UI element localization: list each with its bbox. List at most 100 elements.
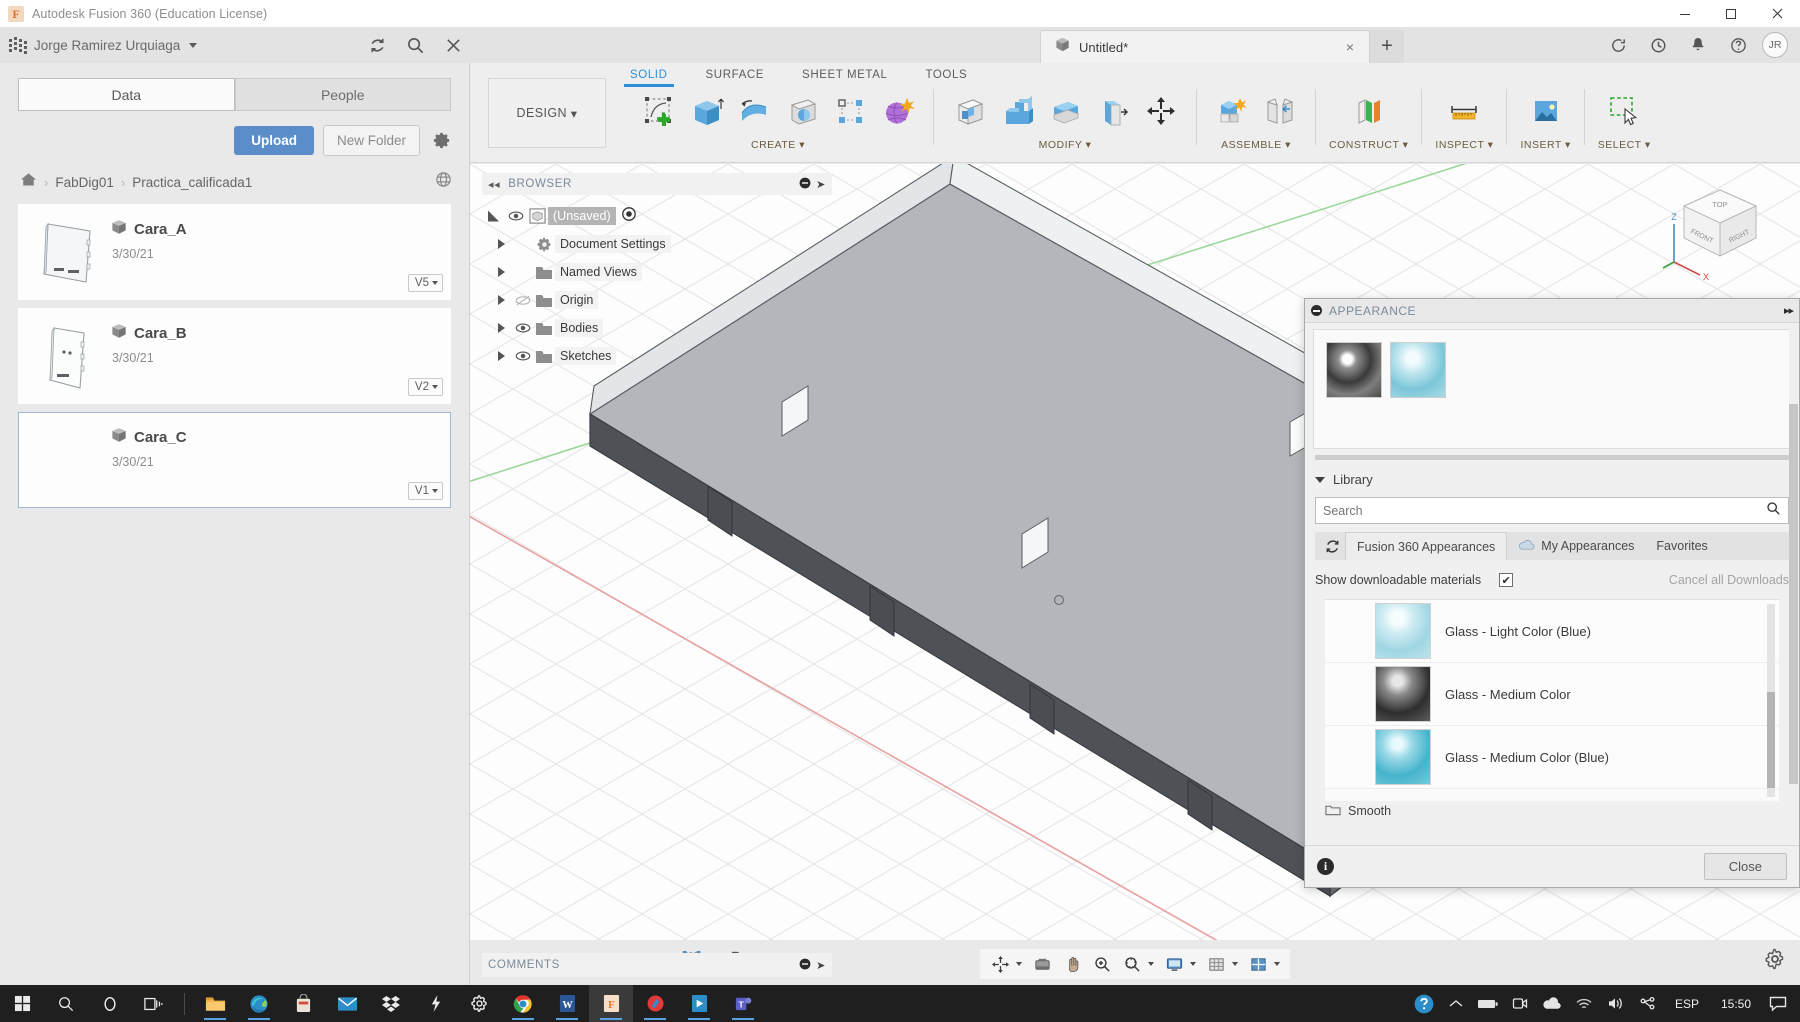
ribbon-group-label[interactable]: ASSEMBLE ▾: [1221, 139, 1291, 151]
close-document-icon[interactable]: ×: [1341, 39, 1359, 55]
ribbon-group-label[interactable]: CREATE ▾: [751, 139, 805, 151]
tab-fusion-360-appearances[interactable]: Fusion 360 Appearances: [1345, 532, 1508, 560]
offset-plane-icon[interactable]: [1347, 87, 1391, 135]
zoom-icon[interactable]: [1088, 951, 1116, 977]
clock[interactable]: 15:50: [1710, 997, 1762, 1011]
version-badge[interactable]: V2: [407, 378, 443, 396]
expand-triangle-icon[interactable]: [488, 210, 499, 222]
expand-triangle-icon[interactable]: [498, 323, 505, 333]
tab-my-appearances[interactable]: My Appearances: [1507, 532, 1645, 560]
edge-icon[interactable]: [237, 985, 281, 1022]
gear-icon[interactable]: [1764, 948, 1786, 975]
new-folder-button[interactable]: New Folder: [322, 125, 420, 156]
appearance-dialog-title-bar[interactable]: APPEARANCE ▸▸: [1305, 299, 1799, 323]
expand-triangle-icon[interactable]: [498, 295, 505, 305]
list-item[interactable]: Cara_C 3/30/21 V1: [18, 412, 451, 508]
material-group-row[interactable]: Smooth: [1325, 803, 1779, 819]
eye-icon[interactable]: [506, 210, 526, 222]
list-item[interactable]: Cara_A 3/30/21 V5: [18, 204, 451, 300]
joint-icon[interactable]: [1258, 87, 1302, 135]
upload-button[interactable]: Upload: [234, 126, 314, 155]
ribbon-group-label[interactable]: SELECT ▾: [1598, 139, 1651, 151]
wifi-icon[interactable]: [1568, 985, 1600, 1022]
revolve-icon[interactable]: [732, 87, 776, 135]
draft-icon[interactable]: [1091, 87, 1135, 135]
eye-hidden-icon[interactable]: [513, 294, 533, 307]
look-at-icon[interactable]: [1028, 951, 1056, 977]
comments-panel-header[interactable]: COMMENTS ➤: [482, 953, 832, 977]
word-icon[interactable]: W: [545, 985, 589, 1022]
results-scrollbar[interactable]: [1767, 604, 1775, 797]
mail-icon[interactable]: [325, 985, 369, 1022]
pattern-icon[interactable]: [828, 87, 872, 135]
tree-node-origin[interactable]: Origin: [484, 286, 671, 314]
chevron-down-icon[interactable]: [189, 42, 198, 48]
document-tab[interactable]: Untitled* ×: [1040, 30, 1370, 63]
appearance-results-list[interactable]: Glass - Light Color (Blue) Glass - Mediu…: [1325, 599, 1779, 801]
sketch-app-icon[interactable]: [633, 985, 677, 1022]
cancel-all-downloads-link[interactable]: Cancel all Downloads: [1669, 573, 1789, 587]
list-item[interactable]: Cara_B 3/30/21 V2: [18, 308, 451, 404]
chrome-icon[interactable]: [501, 985, 545, 1022]
viewports-icon[interactable]: [1244, 951, 1272, 977]
display-settings-icon[interactable]: [1160, 951, 1188, 977]
breadcrumb-item-project[interactable]: FabDig01: [55, 175, 114, 190]
new-sketch-icon[interactable]: [636, 87, 680, 135]
horizontal-scrollbar[interactable]: [1315, 455, 1789, 460]
sweep-icon[interactable]: [780, 87, 824, 135]
new-document-tab-button[interactable]: +: [1370, 30, 1404, 63]
avatar[interactable]: JR: [1762, 32, 1788, 58]
bluetooth-icon[interactable]: [1632, 985, 1664, 1022]
minimize-panel-icon[interactable]: [799, 177, 811, 192]
close-icon[interactable]: [1754, 0, 1800, 27]
press-pull-icon[interactable]: [947, 87, 991, 135]
tab-people[interactable]: People: [234, 78, 451, 111]
chevron-down-icon[interactable]: [1274, 962, 1280, 966]
fusion360-icon[interactable]: F: [589, 985, 633, 1022]
tree-node-unsaved[interactable]: (Unsaved): [484, 202, 671, 230]
maximize-icon[interactable]: [1708, 0, 1754, 27]
ribbon-group-label[interactable]: INSPECT ▾: [1435, 139, 1493, 151]
expand-triangle-icon[interactable]: [498, 239, 505, 249]
language-indicator[interactable]: ESP: [1664, 997, 1710, 1011]
show-downloadable-checkbox[interactable]: ✔: [1499, 573, 1514, 587]
chevron-down-icon[interactable]: [1315, 476, 1325, 483]
chevron-down-icon[interactable]: [1190, 962, 1196, 966]
teams-icon[interactable]: T: [721, 985, 765, 1022]
tab-sheet-metal[interactable]: SHEET METAL: [802, 66, 887, 87]
version-badge[interactable]: V5: [407, 274, 443, 292]
tab-surface[interactable]: SURFACE: [706, 66, 765, 87]
zoom-window-icon[interactable]: [1118, 951, 1146, 977]
ribbon-group-label[interactable]: INSERT ▾: [1520, 139, 1570, 151]
ribbon-group-label[interactable]: CONSTRUCT ▾: [1329, 139, 1408, 151]
close-button[interactable]: Close: [1703, 853, 1787, 880]
help-tray-icon[interactable]: [1408, 985, 1440, 1022]
expand-panel-icon[interactable]: ➤: [816, 959, 826, 972]
insert-image-icon[interactable]: [1524, 87, 1568, 135]
collapse-left-icon[interactable]: ◂◂: [488, 178, 500, 191]
volume-icon[interactable]: [1600, 985, 1632, 1022]
minimize-panel-icon[interactable]: [799, 958, 811, 973]
tab-data[interactable]: Data: [18, 78, 235, 111]
action-center-icon[interactable]: [1762, 985, 1794, 1022]
select-window-icon[interactable]: [1602, 87, 1646, 135]
minimize-dialog-icon[interactable]: [1311, 305, 1322, 316]
workspace-selector[interactable]: DESIGN ▾: [488, 78, 606, 148]
job-status-icon[interactable]: [1598, 27, 1638, 63]
glass-light-color-blue-swatch[interactable]: [1390, 342, 1446, 398]
view-cube[interactable]: TOP FRONT RIGHT Z X: [1660, 176, 1780, 286]
dropbox-icon[interactable]: [369, 985, 413, 1022]
battery-icon[interactable]: [1472, 985, 1504, 1022]
pan-icon[interactable]: [1058, 951, 1086, 977]
tab-tools[interactable]: TOOLS: [925, 66, 967, 87]
camera-icon[interactable]: [1504, 985, 1536, 1022]
flash-icon[interactable]: [413, 985, 457, 1022]
ribbon-group-label[interactable]: MODIFY ▾: [1039, 139, 1092, 151]
video-editor-icon[interactable]: [677, 985, 721, 1022]
globe-icon[interactable]: [434, 170, 453, 194]
home-icon[interactable]: [20, 172, 37, 192]
expand-right-icon[interactable]: ▸▸: [1784, 304, 1794, 317]
tab-favorites[interactable]: Favorites: [1645, 532, 1718, 560]
glass-medium-color-swatch[interactable]: [1326, 342, 1382, 398]
chevron-down-icon[interactable]: [1016, 962, 1022, 966]
